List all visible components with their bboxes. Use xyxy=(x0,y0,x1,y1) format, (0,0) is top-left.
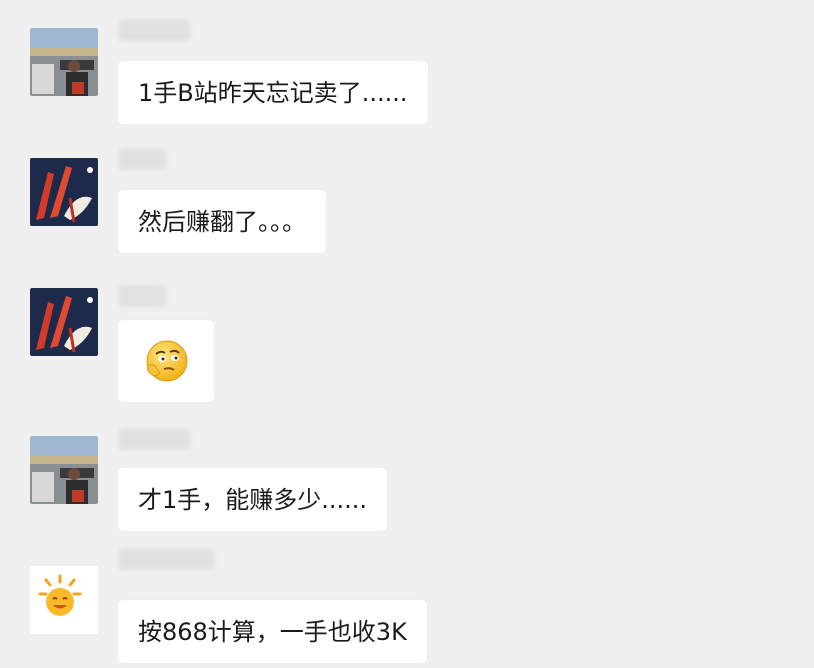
message-text: 才1手，能赚多少...... xyxy=(138,485,368,514)
sender-name-blurred xyxy=(118,548,214,570)
message-bubble[interactable]: 才1手，能赚多少...... xyxy=(118,468,388,531)
message-bubble[interactable]: 然后赚翻了。。。 xyxy=(118,190,326,253)
beach-photo-avatar-icon xyxy=(30,436,98,504)
beach-photo-avatar-icon xyxy=(30,28,98,96)
thinking-face-emoji-icon xyxy=(146,340,188,382)
avatar[interactable] xyxy=(30,28,98,96)
message-text: 然后赚翻了。。。 xyxy=(138,207,306,236)
avatar[interactable] xyxy=(30,288,98,356)
red-art-avatar-icon xyxy=(30,288,98,356)
avatar[interactable] xyxy=(30,436,98,504)
sender-name-blurred xyxy=(118,285,166,307)
sun-avatar-icon xyxy=(30,566,98,634)
message-bubble[interactable] xyxy=(118,320,214,402)
sender-name-blurred xyxy=(118,19,190,41)
message-bubble[interactable]: 按868计算，一手也收3K xyxy=(118,600,427,663)
message-text: 按868计算，一手也收3K xyxy=(138,617,407,646)
sender-name-blurred xyxy=(118,148,166,170)
avatar[interactable] xyxy=(30,566,98,634)
red-art-avatar-icon xyxy=(30,158,98,226)
avatar[interactable] xyxy=(30,158,98,226)
message-bubble[interactable]: 1手B站昨天忘记卖了...... xyxy=(118,61,428,124)
message-text: 1手B站昨天忘记卖了...... xyxy=(138,78,408,107)
sender-name-blurred xyxy=(118,428,190,450)
